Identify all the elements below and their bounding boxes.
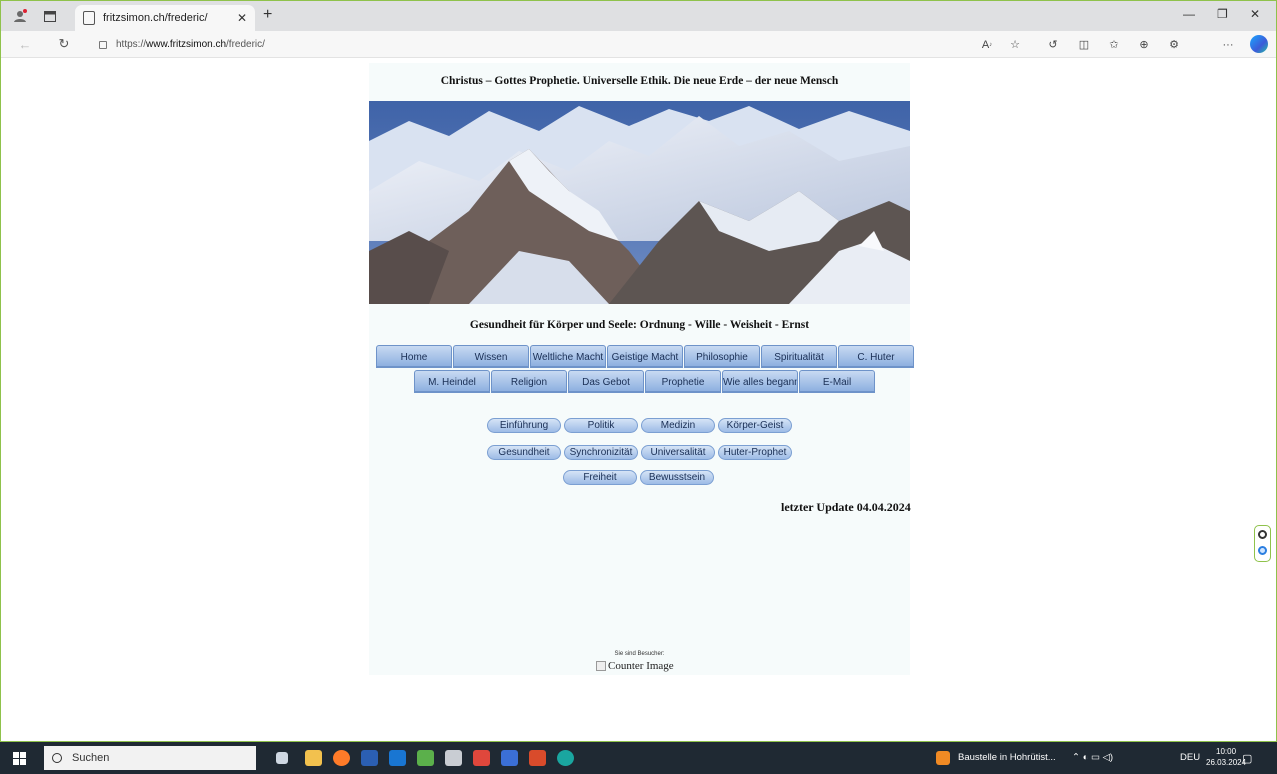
read-aloud-icon[interactable]: A ♪ [978, 36, 996, 53]
tab-bar: fritzsimon.ch/frederic/ ✕ + — ❐ ✕ [1, 1, 1276, 31]
notification-center-icon[interactable]: ▢ [1242, 752, 1252, 765]
photos-icon[interactable] [417, 750, 434, 766]
split-screen-icon[interactable]: ◫ [1075, 36, 1093, 53]
sub-politik[interactable]: Politik [564, 418, 638, 433]
page-title: Christus – Gottes Prophetie. Universelle… [440, 75, 839, 87]
sub-koerper-geist[interactable]: Körper-Geist [718, 418, 792, 433]
sub-menu-row-1: Einführung Politik Medizin Körper-Geist [487, 418, 795, 433]
sub-medizin[interactable]: Medizin [641, 418, 715, 433]
url-field[interactable]: https://www.fritzsimon.ch/frederic/ [99, 36, 265, 53]
notification-text[interactable]: Baustelle in Hohrütist... [958, 752, 1056, 763]
menu-weltliche-macht[interactable]: Weltliche Macht [530, 345, 606, 368]
tab-active[interactable]: fritzsimon.ch/frederic/ ✕ [75, 5, 255, 31]
sub-menu-row-3: Freiheit Bewusstsein [563, 470, 717, 485]
settings-dot-icon[interactable] [1258, 530, 1267, 539]
taskbar-search[interactable]: Suchen [44, 746, 256, 770]
page-icon [83, 11, 95, 25]
sub-gesundheit[interactable]: Gesundheit [487, 445, 561, 460]
minimize-icon[interactable]: — [1183, 7, 1195, 21]
page-subtitle: Gesundheit für Körper und Seele: Ordnung… [469, 319, 810, 331]
clock-time: 10:00 [1216, 747, 1237, 756]
tray-icons[interactable]: ⌃ ◐ ▭ ◁) [1072, 752, 1113, 763]
taskbar: Suchen Baustelle in Hohrütist... ⌃ ◐ ▭ ◁… [0, 742, 1277, 774]
firefox-icon[interactable] [333, 750, 350, 766]
sub-einfuehrung[interactable]: Einführung [487, 418, 561, 433]
tab-actions-icon[interactable] [39, 6, 61, 26]
task-view-icon[interactable] [276, 752, 288, 764]
menu-prophetie[interactable]: Prophetie [645, 370, 721, 393]
refresh-icon[interactable]: ↻ [54, 35, 74, 53]
save-app-icon[interactable] [501, 750, 518, 766]
new-tab-icon[interactable]: + [263, 6, 272, 24]
edge-icon[interactable] [557, 750, 574, 766]
word-icon[interactable] [361, 750, 378, 766]
menu-philosophie[interactable]: Philosophie [684, 345, 760, 368]
menu-wie-alles-begann[interactable]: Wie alles begann [722, 370, 798, 393]
sub-freiheit[interactable]: Freiheit [563, 470, 637, 485]
menu-c-huter[interactable]: C. Huter [838, 345, 914, 368]
counter-alt-text: Counter Image [608, 660, 674, 672]
side-panel-widget[interactable] [1254, 525, 1271, 562]
browser-window: fritzsimon.ch/frederic/ ✕ + — ❐ ✕ ← ↻ ht… [0, 0, 1277, 742]
last-update-text: letzter Update 04.04.2024 [781, 500, 911, 514]
media-app-icon[interactable] [473, 750, 490, 766]
sub-huter-prophet[interactable]: Huter-Prophet [718, 445, 792, 460]
windows-start-icon[interactable] [13, 752, 26, 765]
url-host: www.fritzsimon.ch [146, 39, 227, 50]
favorite-star-icon[interactable]: ☆ [1006, 36, 1024, 53]
web-page: Christus – Gottes Prophetie. Universelle… [369, 63, 914, 675]
visitors-label: Sie sind Besucher: [614, 651, 665, 657]
extensions-icon[interactable]: ⚙ [1165, 36, 1183, 53]
address-bar: ← ↻ https://www.fritzsimon.ch/frederic/ … [1, 31, 1276, 58]
sub-synchronizitaet[interactable]: Synchronizität [564, 445, 638, 460]
app-icon[interactable] [445, 750, 462, 766]
menu-e-mail[interactable]: E-Mail [799, 370, 875, 393]
menu-home[interactable]: Home [376, 345, 452, 368]
taskbar-search-label: Suchen [72, 752, 110, 764]
menu-religion[interactable]: Religion [491, 370, 567, 393]
lock-icon [99, 40, 107, 49]
file-explorer-icon[interactable] [305, 750, 322, 766]
restore-icon[interactable]: ❐ [1217, 7, 1228, 21]
close-tab-icon[interactable]: ✕ [237, 11, 247, 25]
main-menu-row-2: M. Heindel Religion Das Gebot Prophetie … [414, 370, 876, 393]
menu-das-gebot[interactable]: Das Gebot [568, 370, 644, 393]
url-scheme: https:// [116, 39, 147, 50]
main-menu-row-1: Home Wissen Weltliche Macht Geistige Mac… [376, 345, 915, 368]
language-indicator[interactable]: DEU [1180, 752, 1200, 763]
menu-m-heindel[interactable]: M. Heindel [414, 370, 490, 393]
back-icon[interactable]: ← [15, 35, 35, 53]
close-window-icon[interactable]: ✕ [1250, 7, 1260, 21]
mountain-banner-image [369, 101, 910, 304]
visitor-counter: Counter Image [596, 660, 674, 672]
assistant-dot-icon[interactable] [1258, 546, 1267, 555]
clock[interactable]: 10:00 26.03.2024 [1206, 746, 1246, 768]
paint-app-icon[interactable] [529, 750, 546, 766]
url-path: /frederic/ [226, 39, 265, 50]
copilot-icon[interactable] [1250, 35, 1268, 53]
outlook-icon[interactable] [389, 750, 406, 766]
menu-wissen[interactable]: Wissen [453, 345, 529, 368]
tab-title: fritzsimon.ch/frederic/ [103, 12, 208, 24]
broken-image-icon [596, 661, 606, 671]
sub-universalitaet[interactable]: Universalität [641, 445, 715, 460]
refresh-extension-icon[interactable]: ↺ [1044, 36, 1062, 53]
search-icon [52, 753, 62, 763]
sub-bewusstsein[interactable]: Bewusstsein [640, 470, 714, 485]
favorites-icon[interactable]: ✩ [1105, 36, 1123, 53]
menu-spiritualitaet[interactable]: Spiritualität [761, 345, 837, 368]
profile-icon[interactable] [9, 6, 31, 26]
more-menu-icon[interactable]: ··· [1219, 36, 1237, 53]
clock-date: 26.03.2024 [1206, 758, 1247, 767]
menu-geistige-macht[interactable]: Geistige Macht [607, 345, 683, 368]
sub-menu-row-2: Gesundheit Synchronizität Universalität … [487, 445, 795, 460]
traffic-notification-icon[interactable] [936, 751, 950, 765]
collections-icon[interactable]: ⊕ [1135, 36, 1153, 53]
